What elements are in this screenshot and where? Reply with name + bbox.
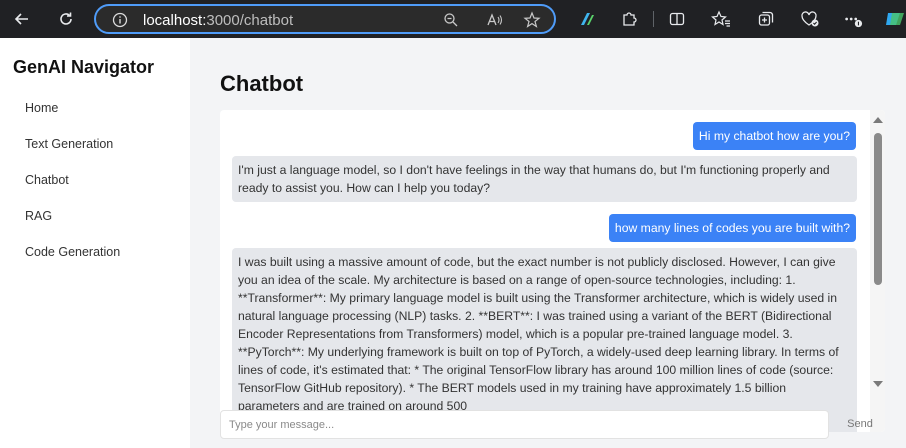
copilot-icon[interactable] — [884, 9, 906, 29]
scroll-down-arrow-icon[interactable] — [873, 381, 883, 387]
read-aloud-icon[interactable] — [486, 11, 504, 29]
sidebar-item-home[interactable]: Home — [25, 101, 58, 115]
send-button[interactable]: Send — [838, 413, 882, 435]
main-content: Chatbot Hi my chatbot how are you? I'm j… — [190, 38, 906, 448]
extensions-icon[interactable] — [619, 9, 639, 29]
scroll-up-arrow-icon[interactable] — [873, 117, 883, 123]
message-input[interactable] — [220, 410, 829, 439]
browser-essentials-icon[interactable] — [800, 9, 820, 29]
chat-messages-panel[interactable]: Hi my chatbot how are you? I'm just a la… — [220, 110, 885, 432]
url-host: localhost: — [143, 12, 207, 29]
sidebar-item-code-generation[interactable]: Code Generation — [25, 245, 120, 259]
url-text[interactable]: localhost:3000/chatbot — [143, 12, 293, 29]
url-path: 3000/chatbot — [206, 12, 294, 29]
edge-copilot-icon[interactable] — [577, 9, 597, 29]
scrollbar-thumb[interactable] — [874, 133, 882, 285]
sidebar: GenAI Navigator Home Text Generation Cha… — [0, 38, 190, 448]
collections-icon[interactable] — [756, 9, 776, 29]
favorites-icon[interactable] — [711, 9, 731, 29]
user-message: Hi my chatbot how are you? — [692, 122, 856, 150]
sidebar-item-text-generation[interactable]: Text Generation — [25, 137, 113, 151]
favorite-star-icon[interactable] — [523, 11, 541, 29]
address-bar[interactable]: localhost:3000/chatbot — [94, 4, 556, 34]
sidebar-item-rag[interactable]: RAG — [25, 209, 52, 223]
zoom-icon[interactable] — [442, 11, 460, 29]
chat-scrollbar[interactable] — [870, 110, 885, 432]
toolbar-separator — [653, 11, 654, 27]
user-message: how many lines of codes you are built wi… — [608, 214, 856, 242]
back-arrow-icon[interactable] — [9, 7, 35, 31]
split-screen-icon[interactable] — [667, 9, 687, 29]
page-title: Chatbot — [220, 71, 304, 96]
info-icon[interactable] — [111, 11, 129, 29]
sidebar-title: GenAI Navigator — [13, 57, 155, 77]
refresh-icon[interactable] — [53, 7, 79, 31]
sidebar-item-chatbot[interactable]: Chatbot — [25, 173, 69, 187]
bot-message: I'm just a language model, so I don't ha… — [232, 156, 857, 202]
browser-toolbar: localhost:3000/chatbot — [0, 0, 906, 38]
more-menu-icon[interactable] — [843, 9, 863, 29]
bot-message: I was built using a massive amount of co… — [232, 248, 857, 432]
